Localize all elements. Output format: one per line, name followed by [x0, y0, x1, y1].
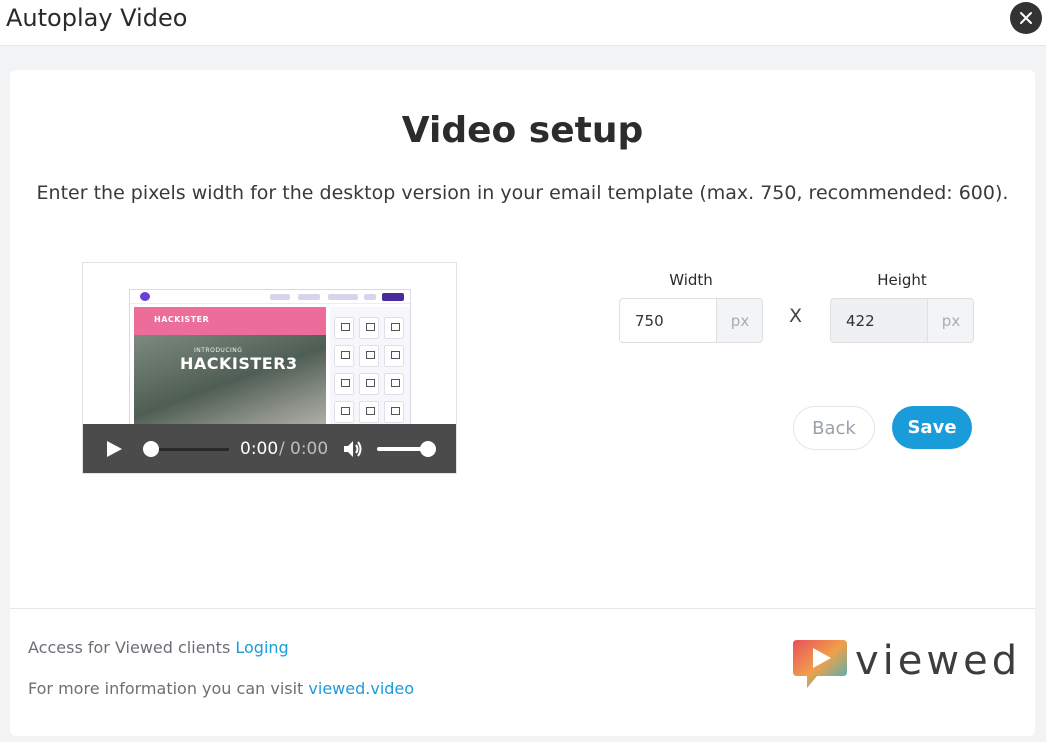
- height-input: [831, 299, 927, 342]
- page-title: Video setup: [401, 110, 644, 151]
- thumbnail-block-tile: [384, 317, 404, 339]
- thumbnail-toolbar: [130, 290, 410, 304]
- info-line: For more information you can visit viewe…: [28, 679, 414, 698]
- viewed-logo: viewed: [791, 636, 1021, 694]
- time-separator: /: [279, 439, 285, 459]
- thumbnail-banner: HACKISTER: [134, 307, 326, 335]
- video-controls: 0:00 / 0:00: [83, 424, 456, 473]
- thumbnail-block-tile: [384, 345, 404, 367]
- thumbnail-toolbar-chip: [298, 294, 320, 300]
- thumbnail-brand: HACKISTER: [154, 315, 210, 324]
- thumbnail-toolbar-button: [382, 293, 404, 301]
- play-icon[interactable]: [105, 440, 123, 458]
- thumbnail-block-tile: [384, 373, 404, 395]
- thumbnail-headline: HACKISTER3: [180, 354, 298, 373]
- close-icon: [1020, 12, 1032, 24]
- volume-handle[interactable]: [420, 441, 436, 457]
- logo-text: viewed: [855, 638, 1022, 684]
- height-label: Height: [877, 271, 927, 289]
- video-setup-card: Video setup Enter the pixels width for t…: [10, 70, 1035, 736]
- thumbnail-block-tile: [359, 401, 379, 423]
- current-time: 0:00: [240, 439, 279, 459]
- back-button[interactable]: Back: [793, 406, 875, 450]
- setup-description: Enter the pixels width for the desktop v…: [36, 182, 1009, 204]
- thumbnail-block-tile: [334, 317, 354, 339]
- access-line: Access for Viewed clients Loging: [28, 638, 289, 657]
- thumbnail-block-tile: [359, 373, 379, 395]
- viewed-video-link[interactable]: viewed.video: [308, 679, 414, 698]
- video-preview[interactable]: HACKISTER INTRODUCING HACKISTER3 0:00 / …: [82, 262, 457, 474]
- dimension-separator: X: [789, 305, 803, 327]
- width-field[interactable]: px: [619, 298, 763, 343]
- footer-divider: [10, 608, 1035, 609]
- title-bar: Autoplay Video: [0, 0, 1046, 46]
- seek-bar[interactable]: [147, 448, 229, 451]
- duration: 0:00: [290, 439, 329, 459]
- save-button[interactable]: Save: [892, 406, 972, 449]
- thumbnail-logo-icon: [140, 292, 150, 301]
- thumbnail-block-tile: [334, 345, 354, 367]
- thumbnail-toolbar-chip: [270, 294, 290, 300]
- seek-handle[interactable]: [143, 441, 159, 457]
- thumbnail-block-tile: [334, 401, 354, 423]
- height-field: px: [830, 298, 974, 343]
- thumbnail-block-tile: [359, 317, 379, 339]
- width-unit: px: [716, 299, 762, 342]
- height-unit: px: [927, 299, 973, 342]
- thumbnail-block-tile: [384, 401, 404, 423]
- close-button[interactable]: [1010, 2, 1042, 34]
- thumbnail-toolbar-chip: [328, 294, 358, 300]
- thumbnail-block-tile: [359, 345, 379, 367]
- width-input[interactable]: [620, 299, 716, 342]
- width-label: Width: [669, 271, 713, 289]
- access-text: Access for Viewed clients: [28, 638, 231, 657]
- info-text: For more information you can visit: [28, 679, 304, 698]
- volume-icon[interactable]: [342, 438, 364, 460]
- login-link[interactable]: Loging: [235, 638, 288, 657]
- thumbnail-block-tile: [334, 373, 354, 395]
- thumbnail-intro: INTRODUCING: [194, 347, 243, 354]
- viewed-logo-icon: [793, 640, 847, 688]
- thumbnail-toolbar-chip: [364, 294, 376, 300]
- window-title: Autoplay Video: [6, 4, 188, 32]
